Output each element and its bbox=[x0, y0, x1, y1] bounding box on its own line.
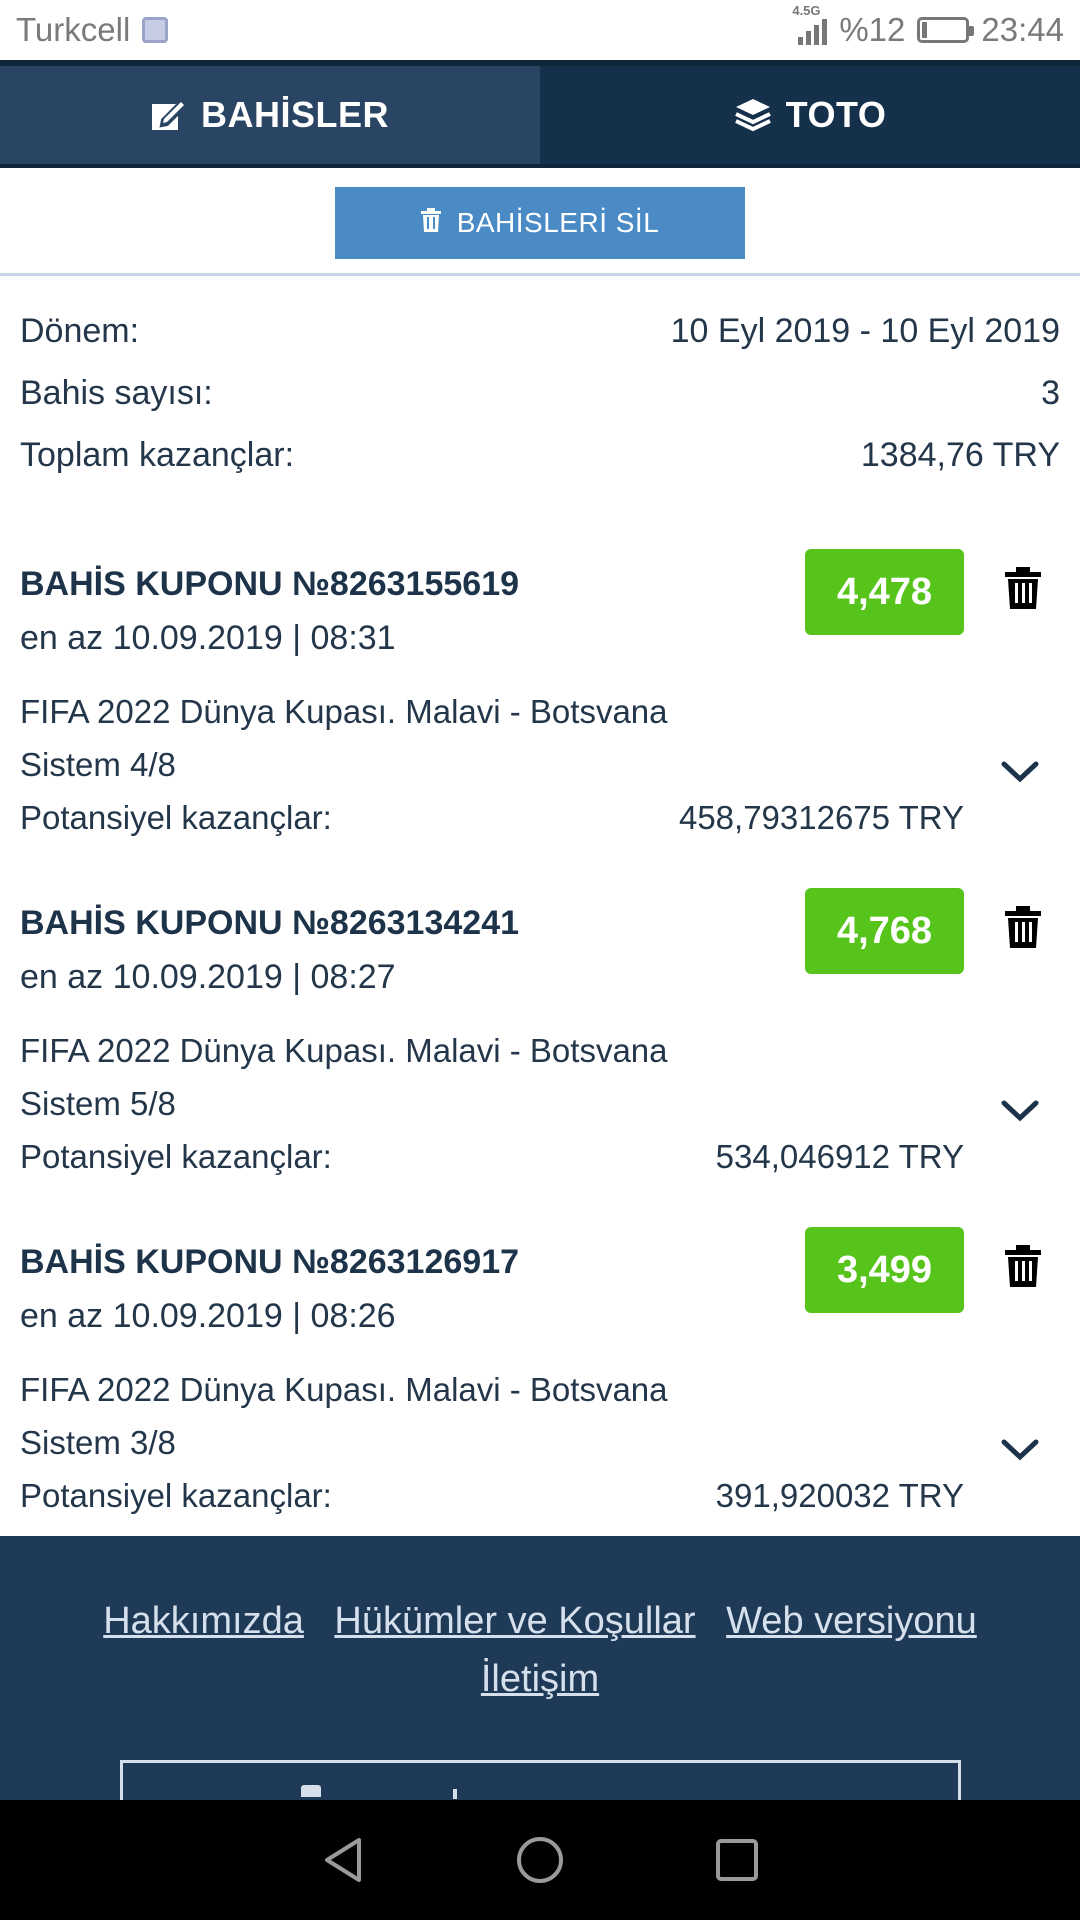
potential-winnings-value: 391,920032 TRY bbox=[715, 1477, 964, 1514]
coupon-event: FIFA 2022 Dünya Kupası. Malavi - Botsvan… bbox=[20, 1032, 668, 1069]
expand-coupon-button[interactable] bbox=[1000, 1437, 1044, 1467]
tab-toto[interactable]: TOTO bbox=[540, 60, 1080, 168]
edit-icon bbox=[151, 98, 187, 132]
chevron-down-icon bbox=[1001, 1439, 1039, 1461]
bet-coupon: BAHİS KUPONU №8263126917 en az 10.09.201… bbox=[0, 1227, 1080, 1567]
chevron-down-icon bbox=[1001, 761, 1039, 783]
summary-value: 1384,76 TRY bbox=[860, 435, 1060, 474]
trash-icon bbox=[1005, 1245, 1041, 1287]
sim-notification-icon bbox=[142, 17, 169, 43]
delete-all-label: BAHİSLERİ SİL bbox=[456, 207, 660, 238]
tab-bahisler[interactable]: BAHİSLER bbox=[0, 60, 540, 168]
tab-label: BAHİSLER bbox=[200, 94, 389, 135]
footer-link-terms[interactable]: Hükümler ve Koşullar bbox=[334, 1600, 695, 1642]
coupon-title: BAHİS KUPONU №8263126917 bbox=[20, 1243, 520, 1281]
home-circle-icon bbox=[517, 1837, 563, 1883]
tab-bar: BAHİSLER TOTO bbox=[0, 60, 1080, 168]
delete-coupon-button[interactable] bbox=[1005, 1245, 1049, 1295]
recents-square-icon bbox=[716, 1839, 758, 1881]
coupon-date: en az 10.09.2019 | 08:31 bbox=[20, 619, 396, 657]
coupon-event: FIFA 2022 Dünya Kupası. Malavi - Botsvan… bbox=[20, 693, 668, 730]
trash-icon bbox=[1005, 906, 1041, 948]
home-button[interactable] bbox=[515, 1835, 565, 1885]
carrier-name: Turkcell bbox=[16, 11, 131, 48]
potential-winnings-value: 534,046912 TRY bbox=[715, 1138, 964, 1175]
odds-badge: 4,768 bbox=[805, 888, 964, 974]
back-triangle-icon bbox=[325, 1838, 361, 1882]
coupon-system: Sistem 3/8 bbox=[20, 1424, 176, 1461]
summary-bet-count-row: Bahis sayısı: 3 bbox=[20, 362, 1060, 424]
battery-icon bbox=[917, 17, 975, 43]
summary-period-row: Dönem: 10 Eyl 2019 - 10 Eyl 2019 bbox=[20, 300, 1060, 362]
coupon-event: FIFA 2022 Dünya Kupası. Malavi - Botsvan… bbox=[20, 1371, 668, 1408]
coupon-title: BAHİS KUPONU №8263134241 bbox=[20, 904, 520, 942]
coupon-date: en az 10.09.2019 | 08:27 bbox=[20, 958, 396, 996]
footer: Hakkımızda Hükümler ve Koşullar Web vers… bbox=[0, 1536, 1080, 1800]
layers-icon bbox=[734, 96, 772, 134]
expand-coupon-button[interactable] bbox=[1000, 1098, 1044, 1128]
footer-button-text-fragment bbox=[453, 1789, 457, 1799]
coupon-system: Sistem 4/8 bbox=[20, 746, 176, 783]
clock: 23:44 bbox=[981, 11, 1064, 48]
potential-winnings-value: 458,79312675 TRY bbox=[678, 799, 964, 836]
footer-button[interactable] bbox=[120, 1760, 961, 1800]
delete-all-section: BAHİSLERİ SİL bbox=[0, 168, 1080, 276]
summary-label: Toplam kazançlar: bbox=[20, 435, 295, 474]
signal-icon: 4.5G bbox=[792, 3, 828, 45]
odds-badge: 3,499 bbox=[805, 1227, 964, 1313]
summary-table: Dönem: 10 Eyl 2019 - 10 Eyl 2019 Bahis s… bbox=[20, 300, 1060, 486]
bet-coupon: BAHİS KUPONU №8263155619 en az 10.09.201… bbox=[0, 549, 1080, 889]
footer-link-web-version[interactable]: Web versiyonu bbox=[726, 1600, 977, 1642]
battery-percent: %12 bbox=[839, 11, 906, 48]
status-right: 4.5G %12 23:44 bbox=[792, 3, 1064, 49]
coupon-system: Sistem 5/8 bbox=[20, 1085, 176, 1122]
back-button[interactable] bbox=[321, 1836, 365, 1884]
status-bar: Turkcell 4.5G %12 23:44 bbox=[0, 0, 1080, 60]
potential-winnings-label: Potansiyel kazançlar: bbox=[20, 1477, 332, 1514]
odds-badge: 4,478 bbox=[805, 549, 964, 635]
footer-link-contact[interactable]: İletişim bbox=[481, 1658, 599, 1700]
delete-all-bets-button[interactable]: BAHİSLERİ SİL bbox=[335, 187, 745, 259]
potential-winnings-label: Potansiyel kazançlar: bbox=[20, 1138, 332, 1175]
trash-icon bbox=[1005, 567, 1041, 609]
footer-link-about[interactable]: Hakkımızda bbox=[103, 1600, 304, 1642]
summary-label: Bahis sayısı: bbox=[20, 373, 213, 412]
delete-coupon-button[interactable] bbox=[1005, 567, 1049, 617]
summary-label: Dönem: bbox=[20, 311, 140, 350]
status-left: Turkcell bbox=[16, 11, 169, 49]
summary-total-winnings-row: Toplam kazançlar: 1384,76 TRY bbox=[20, 424, 1060, 486]
chevron-down-icon bbox=[1001, 1100, 1039, 1122]
bet-coupon: BAHİS KUPONU №8263134241 en az 10.09.201… bbox=[0, 888, 1080, 1228]
footer-links: Hakkımızda Hükümler ve Koşullar Web vers… bbox=[0, 1592, 1080, 1708]
tab-label: TOTO bbox=[785, 94, 887, 135]
potential-winnings-label: Potansiyel kazançlar: bbox=[20, 799, 332, 836]
trash-icon bbox=[420, 207, 441, 239]
summary-value: 10 Eyl 2019 - 10 Eyl 2019 bbox=[670, 311, 1060, 350]
delete-coupon-button[interactable] bbox=[1005, 906, 1049, 956]
expand-coupon-button[interactable] bbox=[1000, 759, 1044, 789]
summary-value: 3 bbox=[1041, 373, 1060, 412]
coupon-date: en az 10.09.2019 | 08:26 bbox=[20, 1297, 396, 1335]
coupon-title: BAHİS KUPONU №8263155619 bbox=[20, 565, 520, 603]
network-type: 4.5G bbox=[792, 3, 821, 18]
footer-button-icon bbox=[301, 1785, 321, 1797]
android-nav-bar bbox=[0, 1800, 1080, 1920]
recents-button[interactable] bbox=[715, 1838, 759, 1882]
